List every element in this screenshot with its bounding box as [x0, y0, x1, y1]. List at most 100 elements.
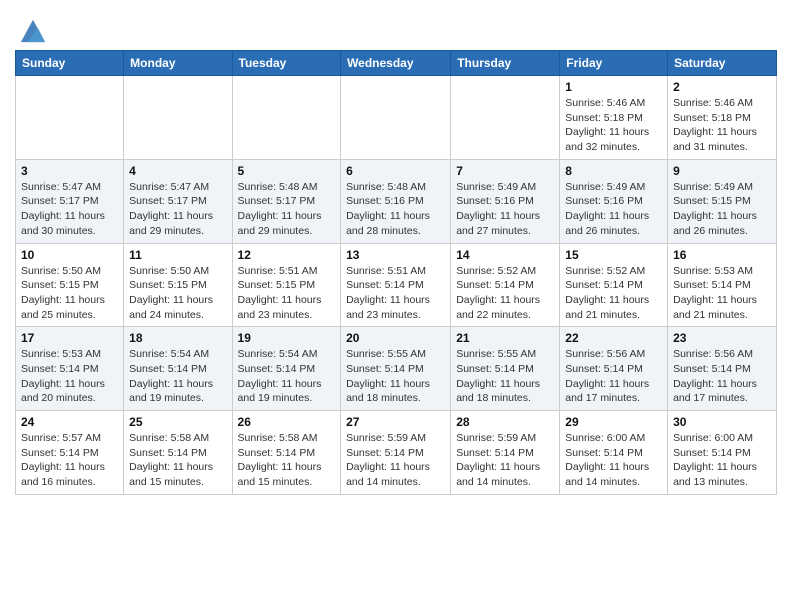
day-number: 26: [238, 415, 336, 429]
day-info: Sunrise: 6:00 AM Sunset: 5:14 PM Dayligh…: [565, 431, 662, 490]
day-header-sunday: Sunday: [16, 51, 124, 76]
day-cell: 5 Sunrise: 5:48 AM Sunset: 5:17 PM Daylig…: [232, 159, 341, 243]
day-info: Sunrise: 5:54 AM Sunset: 5:14 PM Dayligh…: [238, 347, 336, 406]
day-info: Sunrise: 5:49 AM Sunset: 5:16 PM Dayligh…: [456, 180, 554, 239]
day-number: 3: [21, 164, 118, 178]
day-cell: 6 Sunrise: 5:48 AM Sunset: 5:16 PM Daylig…: [341, 159, 451, 243]
day-cell: 30Sunrise: 6:00 AM Sunset: 5:14 PM Dayli…: [668, 411, 777, 495]
day-cell: [451, 76, 560, 160]
day-cell: 23 Sunrise: 5:56 AM Sunset: 5:14 PM Dayli…: [668, 327, 777, 411]
day-number: 18: [129, 331, 226, 345]
day-cell: 13 Sunrise: 5:51 AM Sunset: 5:14 PM Dayli…: [341, 243, 451, 327]
day-info: Sunrise: 5:56 AM Sunset: 5:14 PM Dayligh…: [673, 347, 771, 406]
day-cell: 3 Sunrise: 5:47 AM Sunset: 5:17 PM Daylig…: [16, 159, 124, 243]
day-number: 12: [238, 248, 336, 262]
day-info: Sunrise: 5:55 AM Sunset: 5:14 PM Dayligh…: [456, 347, 554, 406]
day-cell: 14 Sunrise: 5:52 AM Sunset: 5:14 PM Dayli…: [451, 243, 560, 327]
day-cell: [341, 76, 451, 160]
day-number: 9: [673, 164, 771, 178]
week-row-1: 1Sunrise: 5:46 AM Sunset: 5:18 PM Daylig…: [16, 76, 777, 160]
day-cell: 7 Sunrise: 5:49 AM Sunset: 5:16 PM Daylig…: [451, 159, 560, 243]
day-number: 20: [346, 331, 445, 345]
day-number: 22: [565, 331, 662, 345]
day-info: Sunrise: 5:50 AM Sunset: 5:15 PM Dayligh…: [129, 264, 226, 323]
logo-icon: [19, 16, 47, 44]
day-cell: 1Sunrise: 5:46 AM Sunset: 5:18 PM Daylig…: [560, 76, 668, 160]
day-number: 10: [21, 248, 118, 262]
day-cell: 15 Sunrise: 5:52 AM Sunset: 5:14 PM Dayli…: [560, 243, 668, 327]
day-cell: [232, 76, 341, 160]
day-info: Sunrise: 5:52 AM Sunset: 5:14 PM Dayligh…: [456, 264, 554, 323]
day-header-saturday: Saturday: [668, 51, 777, 76]
day-number: 7: [456, 164, 554, 178]
day-header-friday: Friday: [560, 51, 668, 76]
day-cell: 26 Sunrise: 5:58 AM Sunset: 5:14 PM Dayli…: [232, 411, 341, 495]
day-number: 30: [673, 415, 771, 429]
week-row-4: 17Sunrise: 5:53 AM Sunset: 5:14 PM Dayli…: [16, 327, 777, 411]
day-info: Sunrise: 5:48 AM Sunset: 5:16 PM Dayligh…: [346, 180, 445, 239]
day-info: Sunrise: 5:51 AM Sunset: 5:15 PM Dayligh…: [238, 264, 336, 323]
day-header-thursday: Thursday: [451, 51, 560, 76]
week-row-5: 24 Sunrise: 5:57 AM Sunset: 5:14 PM Dayli…: [16, 411, 777, 495]
day-number: 23: [673, 331, 771, 345]
day-cell: 21 Sunrise: 5:55 AM Sunset: 5:14 PM Dayli…: [451, 327, 560, 411]
day-info: Sunrise: 5:55 AM Sunset: 5:14 PM Dayligh…: [346, 347, 445, 406]
day-info: Sunrise: 5:51 AM Sunset: 5:14 PM Dayligh…: [346, 264, 445, 323]
calendar-header-row: SundayMondayTuesdayWednesdayThursdayFrid…: [16, 51, 777, 76]
day-info: Sunrise: 5:47 AM Sunset: 5:17 PM Dayligh…: [129, 180, 226, 239]
day-cell: 25 Sunrise: 5:58 AM Sunset: 5:14 PM Dayli…: [124, 411, 232, 495]
day-info: Sunrise: 5:59 AM Sunset: 5:14 PM Dayligh…: [346, 431, 445, 490]
day-cell: 20 Sunrise: 5:55 AM Sunset: 5:14 PM Dayli…: [341, 327, 451, 411]
day-info: Sunrise: 5:47 AM Sunset: 5:17 PM Dayligh…: [21, 180, 118, 239]
day-number: 14: [456, 248, 554, 262]
day-number: 29: [565, 415, 662, 429]
day-number: 6: [346, 164, 445, 178]
day-number: 2: [673, 80, 771, 94]
day-number: 25: [129, 415, 226, 429]
day-info: Sunrise: 5:52 AM Sunset: 5:14 PM Dayligh…: [565, 264, 662, 323]
day-number: 24: [21, 415, 118, 429]
day-cell: 24 Sunrise: 5:57 AM Sunset: 5:14 PM Dayli…: [16, 411, 124, 495]
day-number: 19: [238, 331, 336, 345]
logo: [15, 16, 47, 44]
day-number: 13: [346, 248, 445, 262]
day-header-monday: Monday: [124, 51, 232, 76]
day-cell: 4Sunrise: 5:47 AM Sunset: 5:17 PM Daylig…: [124, 159, 232, 243]
day-info: Sunrise: 5:58 AM Sunset: 5:14 PM Dayligh…: [129, 431, 226, 490]
week-row-3: 10 Sunrise: 5:50 AM Sunset: 5:15 PM Dayli…: [16, 243, 777, 327]
day-number: 8: [565, 164, 662, 178]
day-number: 28: [456, 415, 554, 429]
week-row-2: 3 Sunrise: 5:47 AM Sunset: 5:17 PM Daylig…: [16, 159, 777, 243]
day-cell: [124, 76, 232, 160]
day-info: Sunrise: 5:46 AM Sunset: 5:18 PM Dayligh…: [673, 96, 771, 155]
day-number: 15: [565, 248, 662, 262]
day-cell: 29 Sunrise: 6:00 AM Sunset: 5:14 PM Dayli…: [560, 411, 668, 495]
day-cell: 16 Sunrise: 5:53 AM Sunset: 5:14 PM Dayli…: [668, 243, 777, 327]
day-info: Sunrise: 5:49 AM Sunset: 5:15 PM Dayligh…: [673, 180, 771, 239]
day-info: Sunrise: 5:59 AM Sunset: 5:14 PM Dayligh…: [456, 431, 554, 490]
day-cell: 22 Sunrise: 5:56 AM Sunset: 5:14 PM Dayli…: [560, 327, 668, 411]
day-number: 5: [238, 164, 336, 178]
day-cell: 11Sunrise: 5:50 AM Sunset: 5:15 PM Dayli…: [124, 243, 232, 327]
day-header-tuesday: Tuesday: [232, 51, 341, 76]
calendar-table: SundayMondayTuesdayWednesdayThursdayFrid…: [15, 50, 777, 495]
day-info: Sunrise: 5:50 AM Sunset: 5:15 PM Dayligh…: [21, 264, 118, 323]
day-number: 27: [346, 415, 445, 429]
day-cell: 19 Sunrise: 5:54 AM Sunset: 5:14 PM Dayli…: [232, 327, 341, 411]
day-header-wednesday: Wednesday: [341, 51, 451, 76]
day-number: 17: [21, 331, 118, 345]
day-number: 21: [456, 331, 554, 345]
day-info: Sunrise: 5:58 AM Sunset: 5:14 PM Dayligh…: [238, 431, 336, 490]
day-cell: 27 Sunrise: 5:59 AM Sunset: 5:14 PM Dayli…: [341, 411, 451, 495]
day-info: Sunrise: 5:56 AM Sunset: 5:14 PM Dayligh…: [565, 347, 662, 406]
day-info: Sunrise: 5:53 AM Sunset: 5:14 PM Dayligh…: [673, 264, 771, 323]
day-cell: 12 Sunrise: 5:51 AM Sunset: 5:15 PM Dayli…: [232, 243, 341, 327]
day-cell: 17Sunrise: 5:53 AM Sunset: 5:14 PM Dayli…: [16, 327, 124, 411]
day-cell: 10 Sunrise: 5:50 AM Sunset: 5:15 PM Dayli…: [16, 243, 124, 327]
day-info: Sunrise: 5:57 AM Sunset: 5:14 PM Dayligh…: [21, 431, 118, 490]
day-info: Sunrise: 5:49 AM Sunset: 5:16 PM Dayligh…: [565, 180, 662, 239]
day-number: 16: [673, 248, 771, 262]
day-info: Sunrise: 5:48 AM Sunset: 5:17 PM Dayligh…: [238, 180, 336, 239]
page-header: [15, 10, 777, 44]
day-cell: 9 Sunrise: 5:49 AM Sunset: 5:15 PM Daylig…: [668, 159, 777, 243]
